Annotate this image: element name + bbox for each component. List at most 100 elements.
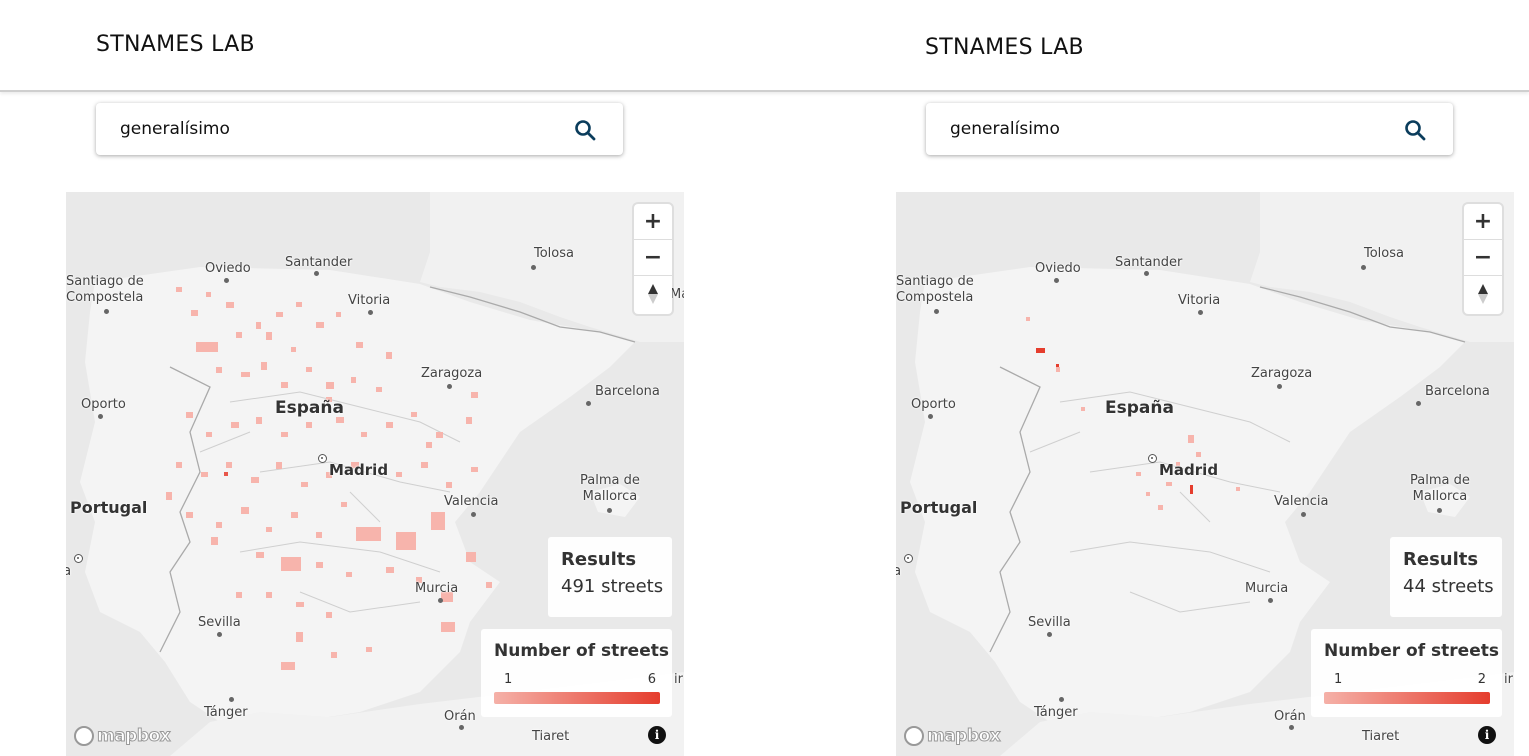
city-dot (368, 310, 373, 315)
legend-min: 1 (504, 672, 513, 687)
city-label-santander: Santander (1115, 255, 1183, 270)
search-input-left[interactable] (120, 117, 540, 141)
info-button[interactable]: i (1478, 726, 1496, 744)
legend-panel: Number of streets 1 6 (481, 629, 672, 717)
city-dot (1361, 265, 1366, 270)
app-header: STNAMES LAB STNAMES LAB (0, 0, 1529, 92)
zoom-in-button[interactable]: + (1464, 204, 1502, 240)
mapbox-logo[interactable]: mapbox (74, 726, 171, 747)
city-dot (1054, 278, 1059, 283)
city-dot (1268, 598, 1273, 603)
city-label-partial: ir (1504, 672, 1513, 687)
brand-title-left: STNAMES LAB (96, 32, 255, 57)
city-dot (1144, 271, 1149, 276)
results-title: Results (1403, 549, 1479, 570)
results-count: 491 streets (561, 576, 664, 597)
city-label-santander: Santander (285, 255, 353, 270)
legend-gradient (1324, 692, 1490, 704)
mapbox-icon (74, 726, 94, 746)
legend-title: Number of streets (1324, 641, 1499, 661)
country-label-portugal: Portugal (70, 498, 148, 517)
city-label-lisboa: isboa (896, 563, 902, 579)
city-dot (586, 401, 591, 406)
city-label-tolosa: Tolosa (534, 246, 574, 261)
city-label-zaragoza: Zaragoza (421, 366, 483, 381)
compass-button[interactable] (634, 276, 672, 312)
city-label-oporto: Oporto (81, 397, 126, 412)
city-label-barcelona: Barcelona (595, 384, 660, 399)
info-button[interactable]: i (648, 726, 666, 744)
city-dot (1289, 725, 1294, 730)
city-dot (447, 384, 452, 389)
city-dot (229, 697, 234, 702)
map-zoom-controls: + − (634, 204, 672, 314)
city-label-zaragoza: Zaragoza (1251, 366, 1313, 381)
city-dot (1059, 697, 1064, 702)
city-label-lisboa: isboa (66, 563, 72, 579)
city-label-vitoria: Vitoria (1178, 293, 1221, 308)
city-label-tiaret: Tiaret (1362, 729, 1400, 744)
search-icon[interactable] (1403, 118, 1427, 142)
city-label-madrid: Madrid (1159, 461, 1219, 479)
city-label-oran: Orán (444, 709, 476, 724)
city-label-oporto: Oporto (911, 397, 956, 412)
city-label-tolosa: Tolosa (1364, 246, 1404, 261)
results-panel: Results 491 streets (548, 537, 672, 617)
capital-marker (904, 554, 913, 563)
city-label-palma: Palma de Mallorca (1410, 473, 1470, 504)
city-label-partial: ir (674, 672, 683, 687)
compass-button[interactable] (1464, 276, 1502, 312)
city-label-sevilla: Sevilla (1028, 615, 1071, 630)
city-label-murcia: Murcia (415, 581, 459, 596)
legend-panel: Number of streets 1 2 (1311, 629, 1502, 717)
city-label-partial: Ma (670, 287, 684, 302)
zoom-out-button[interactable]: − (634, 240, 672, 276)
city-dot (314, 271, 319, 276)
city-dot (1301, 512, 1306, 517)
search-input-right[interactable] (950, 117, 1370, 141)
city-label-oviedo: Oviedo (1035, 261, 1081, 276)
search-box-right (926, 103, 1453, 155)
mapbox-logo[interactable]: mapbox (904, 726, 1001, 747)
city-dot (224, 278, 229, 283)
legend-gradient (494, 692, 660, 704)
legend-max: 2 (1477, 672, 1486, 687)
results-count: 44 streets (1403, 576, 1494, 597)
city-label-tiaret: Tiaret (532, 729, 570, 744)
city-dot (928, 414, 933, 419)
city-label-santiago: Santiago de Compostela (66, 274, 144, 305)
city-label-tanger: Tánger (204, 705, 248, 720)
city-dot (1416, 401, 1421, 406)
zoom-out-button[interactable]: − (1464, 240, 1502, 276)
map-right[interactable]: Santiago de Compostela Oviedo Santander … (896, 192, 1514, 756)
search-box-left (96, 103, 623, 155)
country-label-portugal: Portugal (900, 498, 978, 517)
zoom-in-button[interactable]: + (634, 204, 672, 240)
country-label-espana: España (1105, 398, 1174, 418)
brand-title-right: STNAMES LAB (925, 35, 1084, 60)
city-dot (1047, 632, 1052, 637)
compass-icon (1478, 284, 1488, 304)
results-panel: Results 44 streets (1390, 537, 1502, 617)
country-label-espana: España (275, 398, 344, 418)
city-dot (1198, 310, 1203, 315)
capital-marker (1148, 454, 1157, 463)
city-dot (438, 598, 443, 603)
capital-marker (74, 554, 83, 563)
city-dot (98, 414, 103, 419)
city-dot (459, 725, 464, 730)
compass-icon (648, 284, 658, 304)
map-left[interactable]: Santiago de Compostela Oviedo Santander … (66, 192, 684, 756)
city-label-palma: Palma de Mallorca (580, 473, 640, 504)
legend-title: Number of streets (494, 641, 669, 661)
city-dot (217, 632, 222, 637)
city-label-oran: Orán (1274, 709, 1306, 724)
city-label-valencia: Valencia (444, 494, 499, 509)
city-dot (104, 309, 109, 314)
city-label-santiago: Santiago de Compostela (896, 274, 974, 305)
city-label-madrid: Madrid (329, 461, 389, 479)
map-zoom-controls: + − (1464, 204, 1502, 314)
legend-max: 6 (647, 672, 656, 687)
city-dot (1277, 384, 1282, 389)
search-icon[interactable] (573, 118, 597, 142)
